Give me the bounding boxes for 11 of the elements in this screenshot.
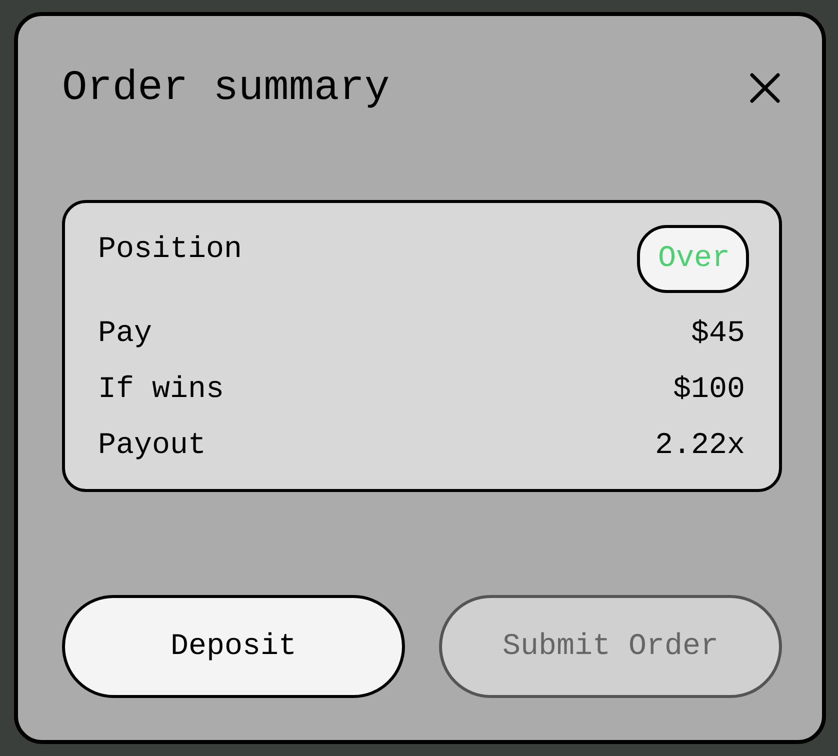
action-button[interactable]: Deposit bbox=[62, 595, 405, 698]
summary-value: $45 bbox=[690, 317, 745, 351]
dialog-title: Order summary bbox=[62, 64, 390, 112]
summary-value: 2.22x bbox=[654, 429, 745, 463]
close-icon[interactable] bbox=[750, 73, 780, 103]
position-badge: Over bbox=[636, 225, 749, 293]
summary-label: Pay bbox=[98, 317, 152, 351]
summary-label: Payout bbox=[98, 429, 206, 463]
summary-value: $100 bbox=[672, 373, 745, 407]
summary-label: Position bbox=[98, 233, 242, 267]
summary-label: If wins bbox=[98, 373, 224, 407]
